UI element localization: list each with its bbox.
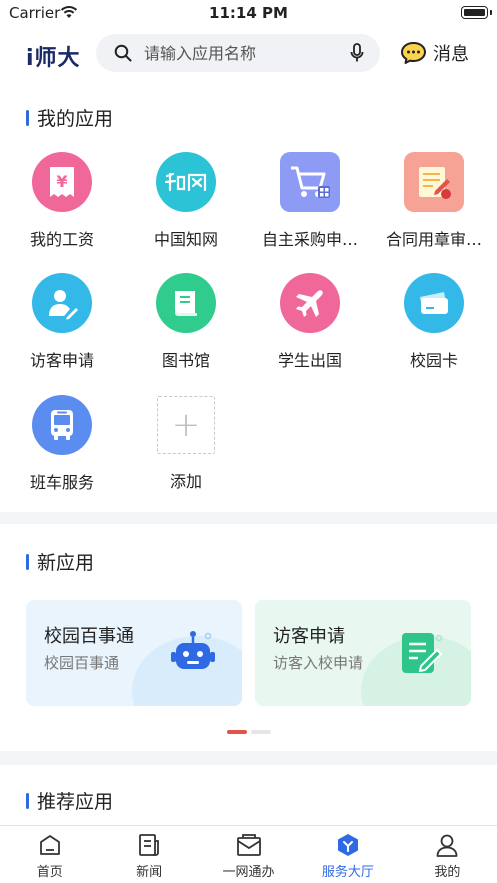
card-title: 校园百事通 (44, 626, 134, 647)
messages-button[interactable]: 消息 (400, 38, 469, 68)
home-icon (39, 835, 60, 855)
tab-home[interactable]: 首页 (0, 826, 99, 883)
service-hall-icon (337, 834, 358, 856)
bus-icon (32, 395, 92, 455)
section-accent-bar (26, 109, 29, 126)
robot-icon (171, 631, 215, 669)
app-shuttle-bus[interactable]: 班车服务 (0, 395, 124, 493)
status-bar: Carrier 11:14 PM (0, 0, 497, 26)
chat-bubble-icon (401, 42, 426, 64)
page-dot[interactable] (250, 730, 271, 734)
app-cnki[interactable]: 中国知网 (124, 152, 248, 250)
search-input[interactable] (144, 34, 334, 72)
library-book-icon (156, 273, 216, 333)
contract-seal-icon (404, 152, 464, 212)
app-logo: i师大 (26, 46, 81, 71)
status-time: 11:14 PM (209, 4, 288, 22)
app-self-procurement[interactable]: 自主采购申… (248, 152, 372, 250)
tab-profile[interactable]: 我的 (398, 826, 497, 883)
new-app-card-campus-helper[interactable]: 校园百事通 校园百事通 (26, 600, 242, 706)
tab-news[interactable]: 新闻 (99, 826, 198, 883)
mail-service-icon (236, 834, 261, 856)
tab-service-hall[interactable]: 服务大厅 (298, 826, 397, 883)
section-accent-bar (26, 553, 29, 570)
campus-card-icon (404, 273, 464, 333)
microphone-icon[interactable] (350, 43, 364, 63)
form-edit-icon (402, 633, 443, 673)
app-study-abroad[interactable]: 学生出国 (248, 273, 372, 371)
app-campus-card[interactable]: 校园卡 (372, 273, 496, 371)
app-my-salary[interactable]: ¥ 我的工资 (0, 152, 124, 250)
my-apps-section: 我的应用 ¥ 我的工资 中国知网 自主采购申… 合同用章审… 访客申请 图书馆 … (0, 86, 497, 512)
cnki-icon (156, 152, 216, 212)
add-icon: + (157, 396, 215, 454)
search-bar[interactable] (96, 34, 380, 72)
carousel-page-indicator[interactable] (0, 730, 497, 734)
battery-icon (461, 6, 492, 19)
app-add-button[interactable]: + 添加 (124, 395, 248, 492)
profile-icon (436, 834, 458, 857)
messages-label: 消息 (433, 44, 469, 65)
visitor-icon (32, 273, 92, 333)
page-dot-active[interactable] (226, 730, 247, 734)
card-subtitle: 访客入校申请 (273, 654, 364, 672)
news-icon (139, 834, 160, 856)
salary-icon: ¥ (32, 152, 92, 212)
tab-one-stop-service[interactable]: 一网通办 (199, 826, 298, 883)
recommended-apps-title: 推荐应用 (26, 787, 113, 814)
svg-text:¥: ¥ (56, 172, 67, 191)
shopping-cart-icon (280, 152, 340, 212)
new-app-card-visitor-request[interactable]: 访客申请 访客入校申请 (255, 600, 471, 706)
new-apps-section: 新应用 校园百事通 校园百事通 访客申请 访客入校申请 (0, 524, 497, 751)
airplane-icon (280, 273, 340, 333)
recommended-apps-section: 推荐应用 (0, 765, 497, 825)
app-library[interactable]: 图书馆 (124, 273, 248, 371)
app-contract-seal[interactable]: 合同用章审… (372, 152, 496, 250)
new-apps-title: 新应用 (26, 548, 94, 575)
search-icon (114, 44, 132, 62)
card-title: 访客申请 (273, 626, 345, 647)
card-subtitle: 校园百事通 (44, 654, 120, 672)
app-header: i师大 消息 (0, 26, 497, 86)
my-apps-title: 我的应用 (26, 104, 113, 131)
section-accent-bar (26, 792, 29, 809)
app-visitor-request[interactable]: 访客申请 (0, 273, 124, 371)
bottom-tab-bar: 首页 新闻 一网通办 服务大厅 我的 (0, 825, 497, 883)
